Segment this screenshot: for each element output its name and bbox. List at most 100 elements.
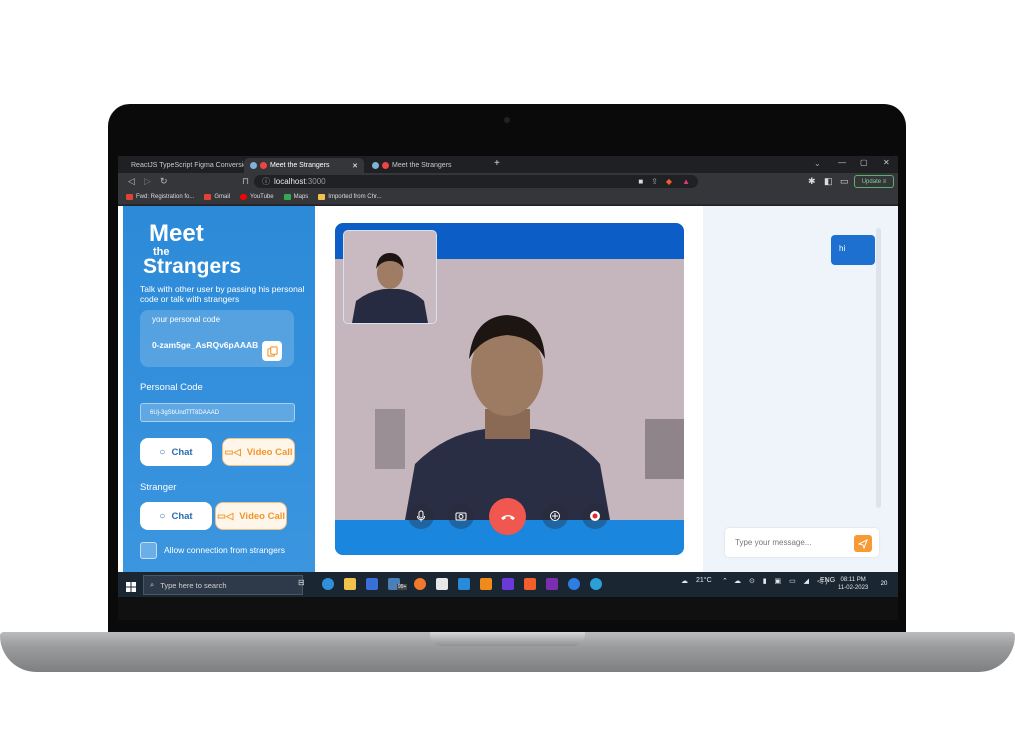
screen: ReactJS TypeScript Figma Conversion Meet… <box>118 156 898 620</box>
address-bar[interactable]: ⓘ localhost:3000 ■ ⇪ ◆ ▲ <box>254 175 698 188</box>
share-icon[interactable]: ⇪ <box>651 177 658 186</box>
send-icon <box>858 538 868 549</box>
site-info-icon[interactable]: ⓘ <box>262 176 270 187</box>
stranger-chat-label: Chat <box>171 510 193 522</box>
tab-meet-strangers[interactable]: Meet the Strangers <box>366 158 486 173</box>
file-explorer-icon[interactable] <box>344 578 356 590</box>
firefox-icon[interactable] <box>414 578 426 590</box>
chat-panel: hi Type your message... <box>703 206 898 572</box>
tab-meet-strangers-active[interactable]: Meet the Strangers ✕ <box>244 158 364 173</box>
clock[interactable]: 08:11 PM 11-02-2023 <box>838 576 868 592</box>
vscode-icon[interactable] <box>458 578 470 590</box>
chrome-icon[interactable] <box>568 578 580 590</box>
stranger-chat-button[interactable]: ○ Chat <box>140 502 212 530</box>
windows-taskbar: ⌕ Type here to search ⊟ 99+ ☁ 21°C ⌃ ☁ ⊙… <box>118 572 898 597</box>
web-page: Meet the Strangers Talk with other user … <box>118 206 898 572</box>
vlc-icon[interactable] <box>480 578 492 590</box>
url-port: :3000 <box>305 177 326 186</box>
screen-share-icon <box>550 511 560 521</box>
store-icon[interactable] <box>366 578 378 590</box>
copy-code-button[interactable] <box>262 341 282 361</box>
menu-icon: ≡ <box>882 178 887 185</box>
reload-icon[interactable]: ↻ <box>160 175 168 188</box>
gmail-icon <box>126 194 133 200</box>
screen-share-button[interactable] <box>542 503 568 529</box>
task-view-icon[interactable]: ⊟ <box>298 578 305 587</box>
copy-icon <box>266 345 278 357</box>
video-call-container <box>335 223 684 555</box>
send-button[interactable] <box>854 535 872 552</box>
camera-in-use-icon[interactable]: ■ <box>638 177 643 186</box>
bookmark-label: Fwd: Registration fo... <box>136 194 195 200</box>
temperature: 21°C <box>696 577 712 584</box>
update-button[interactable]: Update ≡ <box>854 175 894 188</box>
chat-button[interactable]: ○ Chat <box>140 438 212 466</box>
folder-icon <box>318 194 326 200</box>
stranger-video-call-button[interactable]: ▭◁ Video Call <box>215 502 287 530</box>
window-close-icon[interactable]: ✕ <box>883 158 890 167</box>
personal-code-card: your personal code 0-zam5ge_AsRQv6pAAAB <box>140 310 294 367</box>
recording-icon <box>382 162 389 169</box>
edge-icon[interactable] <box>322 578 334 590</box>
minimize-icon[interactable]: — <box>838 158 846 167</box>
tab-bar: ReactJS TypeScript Figma Conversion Meet… <box>118 156 898 173</box>
bookmark-gmail[interactable]: Gmail <box>204 194 230 200</box>
language-indicator[interactable]: ENG <box>820 577 835 584</box>
tab-label: ReactJS TypeScript Figma Conversion <box>131 162 252 169</box>
search-placeholder: Type here to search <box>160 580 227 590</box>
bookmark-registration[interactable]: Fwd: Registration fo... <box>126 194 194 200</box>
app-icon[interactable] <box>502 578 514 590</box>
chat-message-sent: hi <box>831 235 875 265</box>
wallet-icon[interactable]: ▭ <box>840 175 849 188</box>
mic-button[interactable] <box>408 503 434 529</box>
taskbar-search[interactable]: ⌕ Type here to search <box>143 575 303 595</box>
allow-strangers-label: Allow connection from strangers <box>164 545 285 555</box>
new-tab-button[interactable]: + <box>494 158 500 169</box>
back-icon[interactable]: ◁ <box>128 175 135 188</box>
personal-code-heading: Personal Code <box>140 382 203 393</box>
close-icon[interactable]: ✕ <box>352 162 358 170</box>
video-call-button[interactable]: ▭◁ Video Call <box>222 438 295 466</box>
brave-shield-icon[interactable]: ◆ <box>666 177 672 186</box>
bookmark-youtube[interactable]: YouTube <box>240 194 274 200</box>
bookmark-label: Imported from Chr... <box>328 194 382 200</box>
forward-icon[interactable]: ▷ <box>144 175 151 188</box>
bookmark-imported[interactable]: Imported from Chr... <box>318 194 382 200</box>
calculator-icon[interactable] <box>436 578 448 590</box>
bookmark-label: Maps <box>293 194 309 200</box>
extensions-icon[interactable]: ✱ <box>808 175 816 188</box>
gmail-icon <box>204 194 212 200</box>
personal-code-input[interactable]: 6Uj-3gSbUndTfT8DAAAD <box>140 403 295 422</box>
allow-strangers-checkbox[interactable] <box>140 542 157 559</box>
sidebar-icon[interactable]: ◧ <box>824 175 833 188</box>
bookmark-icon[interactable]: ⊓ <box>242 175 249 188</box>
hang-up-button[interactable] <box>489 498 526 535</box>
weather-icon[interactable]: ☁ <box>681 577 688 585</box>
chat-scrollbar[interactable] <box>876 228 881 508</box>
tab-label: Meet the Strangers <box>270 162 330 169</box>
bookmarks-bar: Fwd: Registration fo... Gmail YouTube Ma… <box>118 190 898 205</box>
telegram-icon[interactable] <box>590 578 602 590</box>
tab-search-icon[interactable]: ⌄ <box>814 159 821 168</box>
onenote-icon[interactable] <box>546 578 558 590</box>
clock-date: 11-02-2023 <box>838 585 869 591</box>
personal-code-value: 0-zam5ge_AsRQv6pAAAB <box>152 340 259 350</box>
globe-icon <box>372 162 379 169</box>
chat-button-label: Chat <box>171 446 193 458</box>
tab-figma[interactable]: ReactJS TypeScript Figma Conversion <box>122 158 251 173</box>
maximize-icon[interactable]: ▢ <box>860 158 868 167</box>
bookmark-label: Gmail <box>214 194 231 200</box>
video-camera-icon: ▭◁ <box>224 446 241 458</box>
sidebar: Meet the Strangers Talk with other user … <box>123 206 315 572</box>
notifications-icon[interactable]: 20 <box>878 578 890 590</box>
bookmark-maps[interactable]: Maps <box>283 194 309 200</box>
globe-icon <box>250 162 257 169</box>
tray-overflow-icon[interactable]: ⌃ <box>722 577 728 585</box>
brave-rewards-icon[interactable]: ▲ <box>682 177 690 186</box>
tray-icons[interactable]: ☁ ⊙ ▮ ▣ ▭ ◢ ◁) <box>734 577 831 585</box>
brave-icon[interactable] <box>524 578 536 590</box>
windows-start-icon[interactable] <box>126 579 136 592</box>
record-button[interactable] <box>582 503 608 529</box>
url-host: localhost <box>274 177 306 186</box>
camera-toggle-button[interactable] <box>448 503 474 529</box>
